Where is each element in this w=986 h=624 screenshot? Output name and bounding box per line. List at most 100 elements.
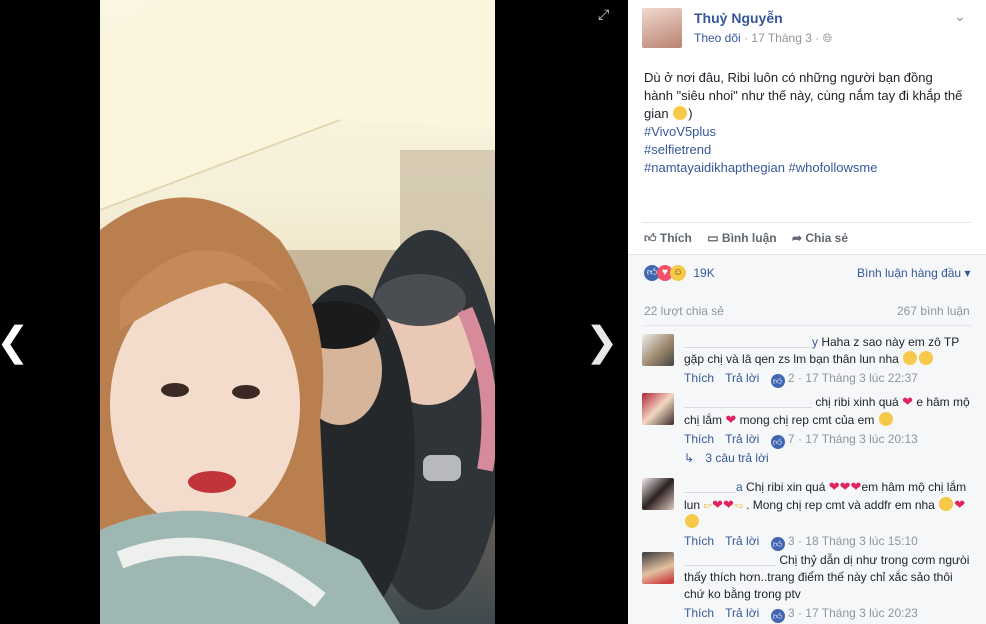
comment-reply-link[interactable]: Trả lời <box>725 432 759 446</box>
comment-date[interactable]: 17 Tháng 3 lúc 20:23 <box>805 606 918 620</box>
comment-like-count[interactable]: 7 <box>788 432 795 446</box>
post-date[interactable]: 17 Tháng 3 <box>751 31 812 45</box>
comment-text-3: mong chị rep cmt của em <box>739 413 875 427</box>
comment-like-count[interactable]: 3 <box>788 534 795 548</box>
photo-stage: ❮ ❯ ⤢ <box>0 0 628 624</box>
meta-separator: · <box>744 31 749 45</box>
next-photo-arrow-icon[interactable]: ❯ <box>585 322 619 362</box>
selfie-illustration <box>100 0 495 624</box>
haha-reaction-icon: ☺ <box>670 265 686 281</box>
pointing-hand-icon: 👉︎ <box>703 498 713 512</box>
heart-emoji-icon: ❤ <box>902 394 913 409</box>
commenter-name-redacted[interactable] <box>684 338 812 348</box>
heart-emoji-icon: ❤❤❤ <box>828 479 862 494</box>
comment-date-sep: · <box>797 371 802 385</box>
replies-count: 3 câu trả lời <box>705 451 769 465</box>
divider-2 <box>642 325 972 326</box>
commenter-name[interactable]: y <box>812 335 818 349</box>
laugh-emoji-icon <box>903 351 918 365</box>
action-bar: 👍︎ Thích ▭ Bình luận ➦ Chia sẻ <box>644 231 848 246</box>
like-button[interactable]: 👍︎ Thích <box>644 231 692 245</box>
commenter-avatar[interactable] <box>642 334 674 366</box>
divider <box>642 222 972 223</box>
like-label: Thích <box>659 231 692 245</box>
comment-like-link[interactable]: Thích <box>684 534 714 548</box>
comment-like-count[interactable]: 3 <box>788 606 795 620</box>
reactions-count: 19K <box>693 266 715 280</box>
chevron-down-icon[interactable]: ⌄ <box>954 8 966 25</box>
post-text: Dù ở nơi đâu, Ribi luôn có những người b… <box>644 69 964 177</box>
comment-text: chị ribi xinh quá <box>815 395 899 409</box>
expand-icon[interactable]: ⤢ <box>598 6 609 23</box>
comment-date[interactable]: 18 Tháng 3 lúc 15:10 <box>805 534 918 548</box>
commenter-name-redacted[interactable] <box>684 556 776 566</box>
hashtag-selfie[interactable]: #selfietrend <box>644 141 964 159</box>
commenter-name-redacted[interactable] <box>684 398 812 408</box>
comment-body: y Haha z sao này em zô TP gặp chị và lâ … <box>684 334 976 388</box>
comment-like-link[interactable]: Thích <box>684 371 714 385</box>
comment-text-3: . Mong chị rep cmt và addfr em nha <box>746 498 935 512</box>
comment-body: Chị thỷ dẫn dị như trong cơm ngưòi thấy … <box>684 552 976 623</box>
kiss-emoji-icon-2 <box>685 514 699 528</box>
comment-body: chị ribi xinh quá ❤ e hâm mộ chị lắm ❤ m… <box>684 393 976 449</box>
laugh-emoji-icon-2 <box>919 351 934 365</box>
comment-date-sep: · <box>797 534 802 548</box>
comment-date[interactable]: 17 Tháng 3 lúc 20:13 <box>805 432 918 446</box>
hashtag-vivo[interactable]: #VivoV5plus <box>644 123 964 141</box>
comment-like-link[interactable]: Thích <box>684 432 714 446</box>
kiss-emoji-icon <box>939 497 954 511</box>
pointing-hand-icon-2: 👈︎ <box>733 498 743 512</box>
post-photo[interactable] <box>100 0 495 624</box>
comment-text: Chị ribi xin quá <box>746 480 826 494</box>
comments-count[interactable]: 267 bình luận <box>897 304 970 318</box>
commenter-avatar[interactable] <box>642 552 674 584</box>
comment-reply-link[interactable]: Trả lời <box>725 606 759 620</box>
view-replies-link[interactable]: ↳ 3 câu trả lời <box>684 451 769 465</box>
smile-emoji-icon <box>673 106 688 120</box>
heart-emoji-icon-2: ❤❤ <box>712 497 734 512</box>
comment-actions: Thích Trả lời 👍︎ 2 · 17 Tháng 3 lúc 22:3… <box>684 370 976 388</box>
sort-caret-icon: ▾ <box>964 266 971 280</box>
like-count-icon: 👍︎ <box>770 609 785 623</box>
post-meta: Theo dõi · 17 Tháng 3 · 🌐︎ <box>694 31 832 46</box>
comment-actions: Thích Trả lời 👍︎ 3 · 18 Tháng 3 lúc 15:1… <box>684 533 976 551</box>
author-name[interactable]: Thuỷ Nguyễn <box>694 10 783 26</box>
comment-icon: ▭ <box>707 231 719 245</box>
kiss-emoji-icon <box>878 412 893 426</box>
like-count-icon: 👍︎ <box>770 435 785 449</box>
previous-photo-arrow-icon[interactable]: ❮ <box>0 322 30 362</box>
heart-emoji-icon-2: ❤ <box>725 412 737 427</box>
shares-count[interactable]: 22 lượt chia sẻ <box>644 304 724 318</box>
comment-button[interactable]: ▭ Bình luận <box>707 231 776 245</box>
like-count-icon: 👍︎ <box>770 374 785 388</box>
comment-like-count[interactable]: 2 <box>788 371 795 385</box>
globe-icon: 🌐︎ <box>822 31 833 45</box>
author-avatar[interactable] <box>642 8 682 48</box>
reactions-row[interactable]: 👍︎ ♥ ☺ 19K <box>644 265 715 281</box>
follow-link[interactable]: Theo dõi <box>694 31 741 45</box>
commenter-name[interactable]: a <box>736 480 743 494</box>
comment-body: a Chị ribi xin quá ❤❤❤em hâm mộ chị lắm … <box>684 478 976 551</box>
sort-label: Bình luận hàng đầu <box>857 266 962 280</box>
hashtag-namtay[interactable]: #namtayaidikhapthegian #whofollowsme <box>644 159 964 177</box>
photo-viewer: ❮ ❯ ⤢ Thuỷ Nguyễn Theo dõi · 17 Tháng 3 … <box>0 0 986 624</box>
heart-emoji-icon-3: ❤ <box>954 497 966 512</box>
share-label: Chia sẻ <box>805 231 849 245</box>
sort-dropdown[interactable]: Bình luận hàng đầu ▾ <box>857 266 970 280</box>
comment-reply-link[interactable]: Trả lời <box>725 534 759 548</box>
commenter-avatar[interactable] <box>642 478 674 510</box>
share-button[interactable]: ➦ Chia sẻ <box>792 231 848 245</box>
post-body-end: ) <box>688 106 693 121</box>
comment-date-sep: · <box>797 606 802 620</box>
comment-date[interactable]: 17 Tháng 3 lúc 22:37 <box>805 371 918 385</box>
comment-label: Bình luận <box>721 231 777 245</box>
thumbs-up-icon: 👍︎ <box>644 231 657 245</box>
reply-arrow-icon: ↳ <box>684 451 695 465</box>
comment-reply-link[interactable]: Trả lời <box>725 371 759 385</box>
commenter-name-redacted[interactable] <box>684 483 736 493</box>
commenter-avatar[interactable] <box>642 393 674 425</box>
like-count-icon: 👍︎ <box>770 537 785 551</box>
meta-separator-2: · <box>815 31 820 45</box>
comment-like-link[interactable]: Thích <box>684 606 714 620</box>
comment-date-sep: · <box>797 432 802 446</box>
